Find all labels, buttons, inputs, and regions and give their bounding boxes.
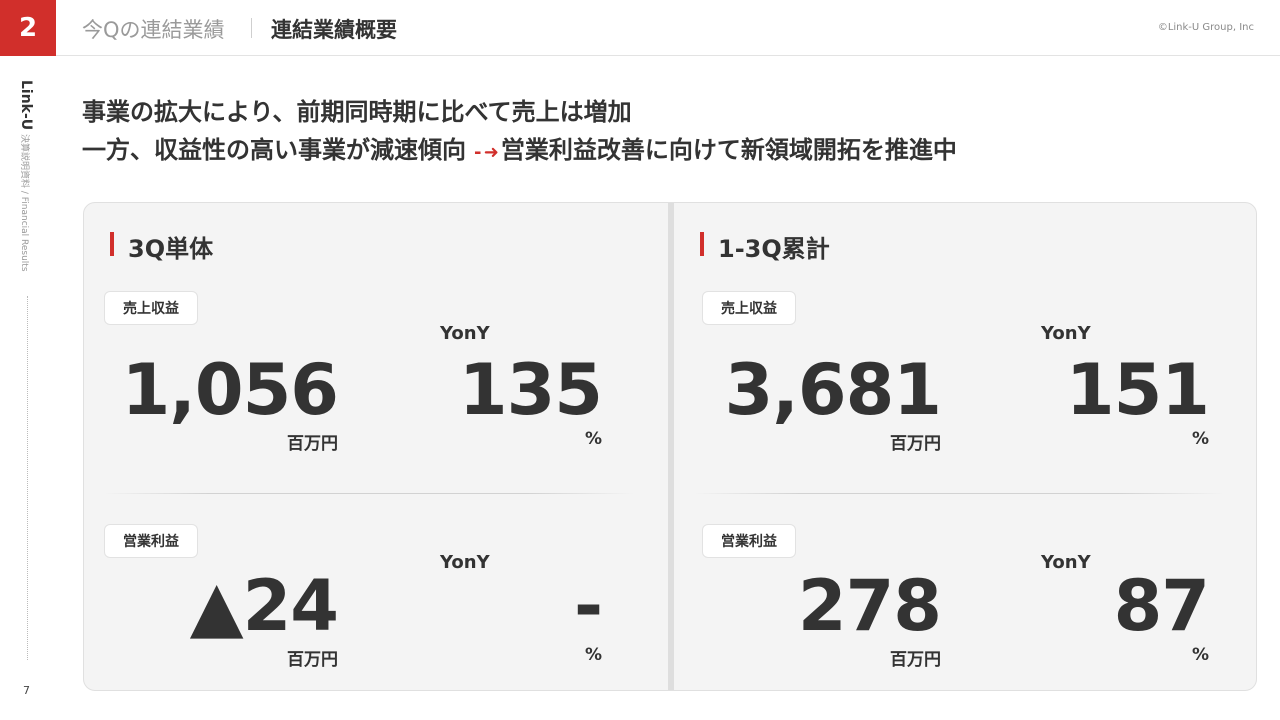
yony-label: YonY [440,323,490,344]
slide-page-number: 7 [23,684,30,697]
section-title: 今Qの連結業績 [82,18,225,42]
yony-label: YonY [1041,323,1091,344]
yony-label: YonY [1041,552,1091,573]
headline-line-2-left: 一方、収益性の高い事業が減速傾向 [82,136,466,164]
revenue-tag: 売上収益 [104,291,198,325]
yony-label: YonY [440,552,490,573]
revenue-value: 1,056 [121,349,339,431]
row-divider [104,493,634,494]
results-panel: 3Q単体 売上収益 YonY 1,056 百万円 135 % 営業利益 YonY… [83,202,1257,691]
side-caption: 決算説明資料 / Financial Results [19,134,29,272]
op-profit-yony-unit: % [1191,645,1209,665]
header-bar: 2 今Qの連結業績 連結業績概要 ©Link-U Group, Inc [0,0,1280,56]
headline-line-1: 事業の拡大により、前期同時期に比べて売上は増加 [82,98,632,126]
revenue-tag: 売上収益 [702,291,796,325]
op-profit-value: ▲24 [189,565,339,647]
revenue-unit: 百万円 [287,434,338,454]
section-number: 2 [0,0,56,56]
op-profit-value: 278 [797,565,942,647]
revenue-unit: 百万円 [890,434,941,454]
side-dotted-line [27,296,28,660]
revenue-yony-value: 151 [1065,349,1210,431]
op-profit-unit: 百万円 [287,650,338,670]
column-title-3q: 3Q単体 [110,229,213,264]
headline-line-2: 一方、収益性の高い事業が減速傾向 - ➜ 営業利益改善に向けて新領域開拓を推進中 [82,130,957,165]
revenue-yony-value: 135 [458,349,603,431]
page-title: 連結業績概要 [271,18,397,42]
op-profit-tag: 営業利益 [104,524,198,558]
headline-line-2-right: 営業利益改善に向けて新領域開拓を推進中 [500,136,957,164]
op-profit-unit: 百万円 [890,650,941,670]
arrow-icon: - ➜ [474,142,499,163]
op-profit-yony-value: 87 [1113,565,1210,647]
revenue-yony-unit: % [584,429,602,449]
side-brand-logo: Link-U [18,80,34,131]
revenue-yony-unit: % [1191,429,1209,449]
column-title-1-3q: 1-3Q累計 [700,229,830,264]
row-divider [694,493,1224,494]
op-profit-tag: 営業利益 [702,524,796,558]
header-separator [251,18,252,38]
op-profit-yony-value: - [573,565,603,647]
op-profit-yony-unit: % [584,645,602,665]
column-divider [668,203,674,690]
copyright: ©Link-U Group, Inc [1157,22,1254,33]
revenue-value: 3,681 [724,349,942,431]
